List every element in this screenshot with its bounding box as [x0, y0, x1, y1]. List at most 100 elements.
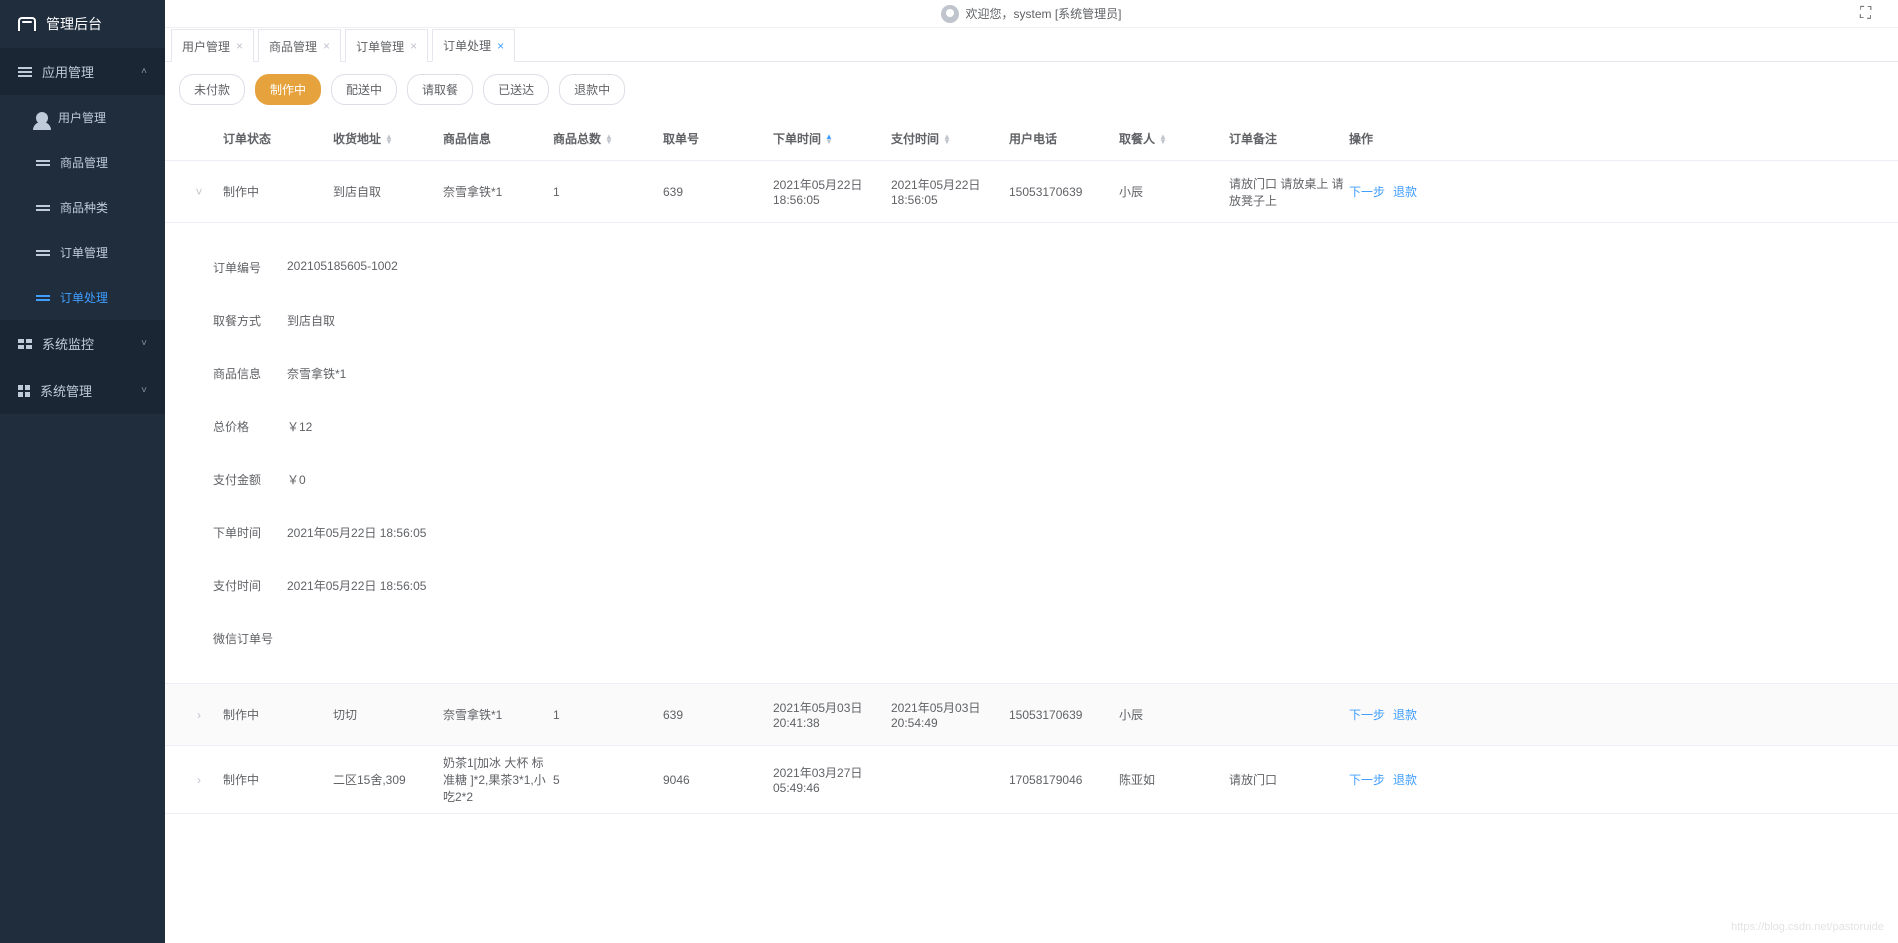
- cell-address: 二区15舍,309: [333, 771, 443, 788]
- close-icon[interactable]: ×: [410, 39, 417, 53]
- close-icon[interactable]: ×: [323, 39, 330, 53]
- avatar-icon: [941, 5, 959, 23]
- detail-value: 2021年05月22日 18:56:05: [287, 524, 426, 541]
- menu-item-label: 商品管理: [60, 154, 108, 171]
- refund-link[interactable]: 退款: [1393, 708, 1417, 722]
- cell-address: 到店自取: [333, 183, 443, 200]
- cell-pickup: 639: [663, 185, 773, 199]
- status-filter-1[interactable]: 制作中: [255, 74, 321, 105]
- col-count[interactable]: 商品总数▲▼: [553, 130, 663, 147]
- sliders-icon: [36, 248, 50, 258]
- close-icon[interactable]: ×: [497, 39, 504, 53]
- col-phone[interactable]: 用户电话: [1009, 130, 1119, 147]
- close-icon[interactable]: ×: [236, 39, 243, 53]
- menu-item-订单处理[interactable]: 订单处理: [0, 275, 165, 320]
- menu-group-label: 系统监控: [42, 334, 94, 353]
- sliders-icon: [36, 293, 50, 303]
- detail-label: 订单编号: [213, 259, 269, 276]
- main-panel: 欢迎您，system [系统管理员] 用户管理×商品管理×订单管理×订单处理× …: [165, 0, 1898, 943]
- status-filter-5[interactable]: 退款中: [559, 74, 625, 105]
- cell-order-time: 2021年03月27日 05:49:46: [773, 764, 891, 795]
- cell-count: 1: [553, 185, 663, 199]
- status-filter-0[interactable]: 未付款: [179, 74, 245, 105]
- cell-receiver: 陈亚如: [1119, 771, 1229, 788]
- status-filter-4[interactable]: 已送达: [483, 74, 549, 105]
- menu-item-label: 用户管理: [58, 109, 106, 126]
- cell-phone: 17058179046: [1009, 773, 1119, 787]
- next-step-link[interactable]: 下一步: [1349, 773, 1385, 787]
- cell-goods: 奈雪拿铁*1: [443, 183, 553, 200]
- menu-group-0[interactable]: 应用管理˄: [0, 48, 165, 95]
- expand-icon[interactable]: ˅: [175, 185, 223, 199]
- tab-bar: 用户管理 × 商品管理 × 订单管理 × 订单处理 ×: [165, 28, 1898, 62]
- status-filter-2[interactable]: 配送中: [331, 74, 397, 105]
- row-detail: 订单编号202105185605-1002取餐方式到店自取商品信息奈雪拿铁*1总…: [165, 223, 1898, 684]
- tab-2[interactable]: 订单管理 ×: [345, 29, 428, 62]
- dash-icon: [18, 339, 32, 349]
- col-status[interactable]: 订单状态: [223, 130, 333, 147]
- sort-icon[interactable]: ▲▼: [943, 134, 951, 144]
- brand-logo: 管理后台: [0, 0, 165, 48]
- cell-status: 制作中: [223, 771, 333, 788]
- detail-value: ￥12: [287, 418, 312, 435]
- chevron-icon: ˅: [141, 338, 147, 349]
- sort-icon[interactable]: ▲▼: [385, 134, 393, 144]
- col-remark[interactable]: 订单备注: [1229, 130, 1349, 147]
- col-pickup[interactable]: 取单号: [663, 130, 773, 147]
- brand-title: 管理后台: [46, 14, 102, 34]
- cell-receiver: 小辰: [1119, 183, 1229, 200]
- detail-field: 微信订单号: [213, 612, 1850, 665]
- cell-goods: 奶茶1[加冰 大杯 标准糖 ]*2,果茶3*1,小吃2*2: [443, 754, 553, 805]
- menu-group-2[interactable]: 系统管理˅: [0, 367, 165, 414]
- tab-label: 用户管理: [182, 38, 230, 55]
- cell-status: 制作中: [223, 706, 333, 723]
- status-filter-3[interactable]: 请取餐: [407, 74, 473, 105]
- menu-item-用户管理[interactable]: 用户管理: [0, 95, 165, 140]
- menu-item-商品管理[interactable]: 商品管理: [0, 140, 165, 185]
- next-step-link[interactable]: 下一步: [1349, 185, 1385, 199]
- detail-label: 总价格: [213, 418, 269, 435]
- sliders-icon: [36, 203, 50, 213]
- detail-field: 总价格 ￥12: [213, 400, 1850, 453]
- detail-label: 下单时间: [213, 524, 269, 541]
- menu-group-1[interactable]: 系统监控 ˅: [0, 320, 165, 367]
- detail-field: 下单时间 2021年05月22日 18:56:05: [213, 506, 1850, 559]
- order-table: 订单状态 收货地址▲▼ 商品信息 商品总数▲▼ 取单号 下单时间▲▼ 支付时间▲…: [165, 117, 1898, 943]
- sort-icon[interactable]: ▲▼: [605, 134, 613, 144]
- table-row: ˅制作中到店自取奈雪拿铁*116392021年05月22日 18:56:0520…: [165, 161, 1898, 223]
- tab-label: 商品管理: [269, 38, 317, 55]
- col-order-time[interactable]: 下单时间▲▼: [773, 130, 891, 147]
- status-filter-bar: 未付款制作中配送中请取餐已送达退款中: [165, 62, 1898, 117]
- menu-group-label: 应用管理: [42, 62, 94, 81]
- fullscreen-icon[interactable]: [1860, 5, 1878, 23]
- tab-label: 订单管理: [356, 38, 404, 55]
- grid-icon: [18, 385, 30, 397]
- detail-label: 取餐方式: [213, 312, 269, 329]
- col-address[interactable]: 收货地址▲▼: [333, 130, 443, 147]
- col-pay-time[interactable]: 支付时间▲▼: [891, 130, 1009, 147]
- sort-icon[interactable]: ▲▼: [825, 134, 833, 144]
- menu-item-商品种类[interactable]: 商品种类: [0, 185, 165, 230]
- tab-3[interactable]: 订单处理 ×: [432, 29, 515, 62]
- sliders-icon: [36, 158, 50, 168]
- refund-link[interactable]: 退款: [1393, 185, 1417, 199]
- col-receiver[interactable]: 取餐人▲▼: [1119, 130, 1229, 147]
- menu-item-订单管理[interactable]: 订单管理: [0, 230, 165, 275]
- tab-label: 订单处理: [443, 37, 491, 54]
- detail-field: 订单编号202105185605-1002: [213, 241, 1850, 294]
- watermark: https://blog.csdn.net/pastoruide: [1731, 921, 1884, 933]
- next-step-link[interactable]: 下一步: [1349, 708, 1385, 722]
- cell-count: 1: [553, 708, 663, 722]
- col-goods[interactable]: 商品信息: [443, 130, 553, 147]
- expand-icon[interactable]: ›: [175, 708, 223, 722]
- refund-link[interactable]: 退款: [1393, 773, 1417, 787]
- cell-pay-time: 2021年05月22日 18:56:05: [891, 176, 1009, 207]
- expand-icon[interactable]: ›: [175, 773, 223, 787]
- detail-value: ￥0: [287, 471, 306, 488]
- brand-icon: [18, 17, 36, 31]
- tab-0[interactable]: 用户管理 ×: [171, 29, 254, 62]
- cell-count: 5: [553, 773, 663, 787]
- cell-receiver: 小辰: [1119, 706, 1229, 723]
- sort-icon[interactable]: ▲▼: [1159, 134, 1167, 144]
- tab-1[interactable]: 商品管理 ×: [258, 29, 341, 62]
